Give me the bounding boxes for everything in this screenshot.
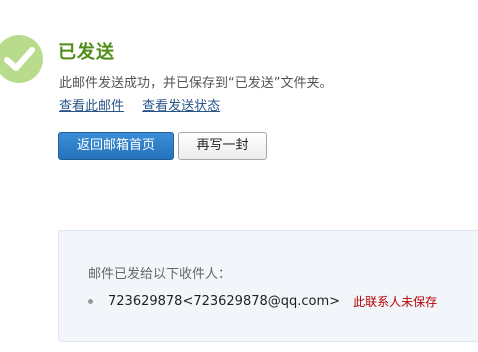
unsaved-contact-note[interactable]: 此联系人未保存 [353, 293, 437, 310]
bullet-icon [88, 299, 93, 304]
check-circle-icon [0, 35, 43, 83]
view-mail-link[interactable]: 查看此邮件 [59, 99, 124, 114]
send-success-page: 已发送 此邮件发送成功，并已保存到“已发送”文件夹。 查看此邮件 查看发送状态 … [0, 0, 478, 352]
recipient-address: 723629878<723629878@qq.com> [108, 294, 341, 309]
action-links: 查看此邮件 查看发送状态 [59, 95, 234, 114]
page-title: 已发送 [58, 42, 115, 63]
write-another-button[interactable]: 再写一封 [178, 132, 267, 160]
success-message: 此邮件发送成功，并已保存到“已发送”文件夹。 [59, 76, 333, 91]
recipients-heading: 邮件已发给以下收件人： [88, 267, 232, 282]
list-item: 723629878<723629878@qq.com> 此联系人未保存 [88, 293, 437, 310]
view-status-link[interactable]: 查看发送状态 [142, 99, 220, 114]
recipients-panel: 邮件已发给以下收件人： 723629878<723629878@qq.com> … [58, 230, 478, 342]
back-to-inbox-button[interactable]: 返回邮箱首页 [58, 132, 174, 160]
